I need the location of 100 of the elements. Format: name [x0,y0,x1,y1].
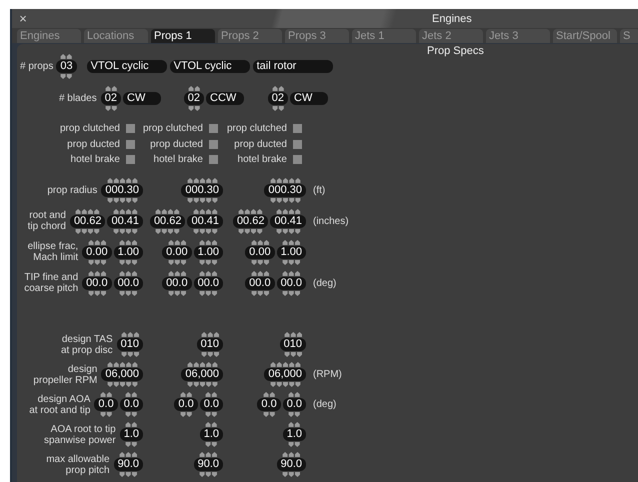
decrement-arrows[interactable] [284,352,302,357]
number-field[interactable]: 00.41 [187,214,223,228]
number-field[interactable]: 010 [280,338,306,351]
number-field[interactable]: 00.0 [245,276,275,290]
increment-arrows[interactable] [288,392,301,397]
increment-arrows[interactable] [100,392,112,397]
increment-arrows[interactable] [262,392,276,397]
number-field[interactable]: 010 [116,338,143,351]
number-field[interactable]: 00.41 [107,214,143,228]
increment-arrows[interactable] [288,422,301,427]
number-field[interactable]: 06,000 [181,368,223,381]
increment-arrows[interactable] [186,178,218,182]
decrement-arrows[interactable] [168,290,186,296]
increment-arrows[interactable] [192,208,218,214]
decrement-arrows[interactable] [238,228,264,234]
checkbox[interactable] [293,155,302,164]
decrement-arrows[interactable] [168,260,186,264]
direction-field[interactable]: CCW [206,92,244,104]
number-field[interactable]: 1.00 [194,246,223,258]
decrement-arrows[interactable] [155,228,180,234]
decrement-arrows[interactable] [100,412,112,417]
decrement-arrows[interactable] [118,260,138,264]
decrement-arrows[interactable] [262,412,276,417]
decrement-arrows[interactable] [60,74,73,78]
increment-arrows[interactable] [186,362,218,367]
increment-arrows[interactable] [106,362,138,367]
number-field[interactable]: 00.0 [114,276,143,290]
decrement-arrows[interactable] [186,198,218,202]
decrement-arrows[interactable] [125,412,138,417]
close-button[interactable]: × [12,11,34,26]
number-field[interactable]: 06,000 [101,368,143,381]
decrement-arrows[interactable] [118,472,138,477]
number-field[interactable]: 00.62 [150,214,186,228]
increment-arrows[interactable] [106,178,138,182]
decrement-arrows[interactable] [270,198,301,202]
decrement-arrows[interactable] [198,290,218,296]
decrement-arrows[interactable] [106,198,138,202]
increment-arrows[interactable] [75,208,100,214]
number-field[interactable]: 0.0 [94,398,118,411]
increment-arrows[interactable] [270,362,301,367]
increment-arrows[interactable] [60,54,73,58]
decrement-arrows[interactable] [198,260,218,264]
decrement-arrows[interactable] [250,260,270,264]
direction-field[interactable]: CW [290,92,328,104]
increment-arrows[interactable] [104,86,118,90]
direction-field[interactable]: CW [123,92,161,104]
decrement-arrows[interactable] [192,228,218,234]
number-field[interactable]: 010 [196,338,223,351]
decrement-arrows[interactable] [276,228,301,234]
decrement-arrows[interactable] [75,228,100,234]
increment-arrows[interactable] [276,208,301,214]
number-field[interactable]: 02 [268,92,288,104]
decrement-arrows[interactable] [288,412,301,417]
number-field[interactable]: 000.30 [181,184,223,196]
number-field[interactable]: 06,000 [264,368,306,381]
checkbox[interactable] [209,124,218,134]
number-field[interactable]: 02 [184,92,204,104]
checkbox[interactable] [126,155,135,164]
decrement-arrows[interactable] [88,260,106,264]
number-field[interactable]: 0.00 [82,246,112,258]
number-field[interactable]: 00.0 [162,276,192,290]
number-field[interactable]: 0.0 [257,398,281,411]
decrement-arrows[interactable] [282,472,301,477]
decrement-arrows[interactable] [270,382,301,387]
decrement-arrows[interactable] [104,106,118,110]
number-field[interactable]: 00.0 [194,276,223,290]
decrement-arrows[interactable] [272,106,284,110]
increment-arrows[interactable] [284,332,302,337]
increment-arrows[interactable] [118,240,138,244]
increment-arrows[interactable] [198,240,218,244]
number-field[interactable]: 0.0 [282,398,306,411]
decrement-arrows[interactable] [180,412,192,417]
increment-arrows[interactable] [205,422,218,427]
increment-arrows[interactable] [272,86,284,90]
checkbox[interactable] [126,140,135,149]
increment-arrows[interactable] [120,332,140,337]
number-field[interactable]: 1.00 [276,246,306,258]
name-field[interactable]: tail rotor [252,60,333,72]
number-field[interactable]: 00.41 [270,214,306,228]
increment-arrows[interactable] [118,452,138,457]
increment-arrows[interactable] [112,208,138,214]
number-field[interactable]: 03 [56,60,77,72]
number-field[interactable]: 00.0 [82,276,112,290]
number-field[interactable]: 0.0 [120,398,143,411]
number-field[interactable]: 0.00 [162,246,192,258]
increment-arrows[interactable] [282,452,301,457]
decrement-arrows[interactable] [106,382,138,387]
number-field[interactable]: 00.62 [70,214,106,228]
number-field[interactable]: 00.0 [276,276,306,290]
checkbox[interactable] [209,155,218,164]
increment-arrows[interactable] [88,240,106,244]
number-field[interactable]: 00.62 [232,214,268,228]
increment-arrows[interactable] [198,270,218,276]
increment-arrows[interactable] [188,86,200,90]
number-field[interactable]: 0.0 [174,398,198,411]
decrement-arrows[interactable] [188,106,200,110]
decrement-arrows[interactable] [282,290,301,296]
increment-arrows[interactable] [250,240,270,244]
checkbox[interactable] [293,124,302,134]
decrement-arrows[interactable] [288,442,301,447]
